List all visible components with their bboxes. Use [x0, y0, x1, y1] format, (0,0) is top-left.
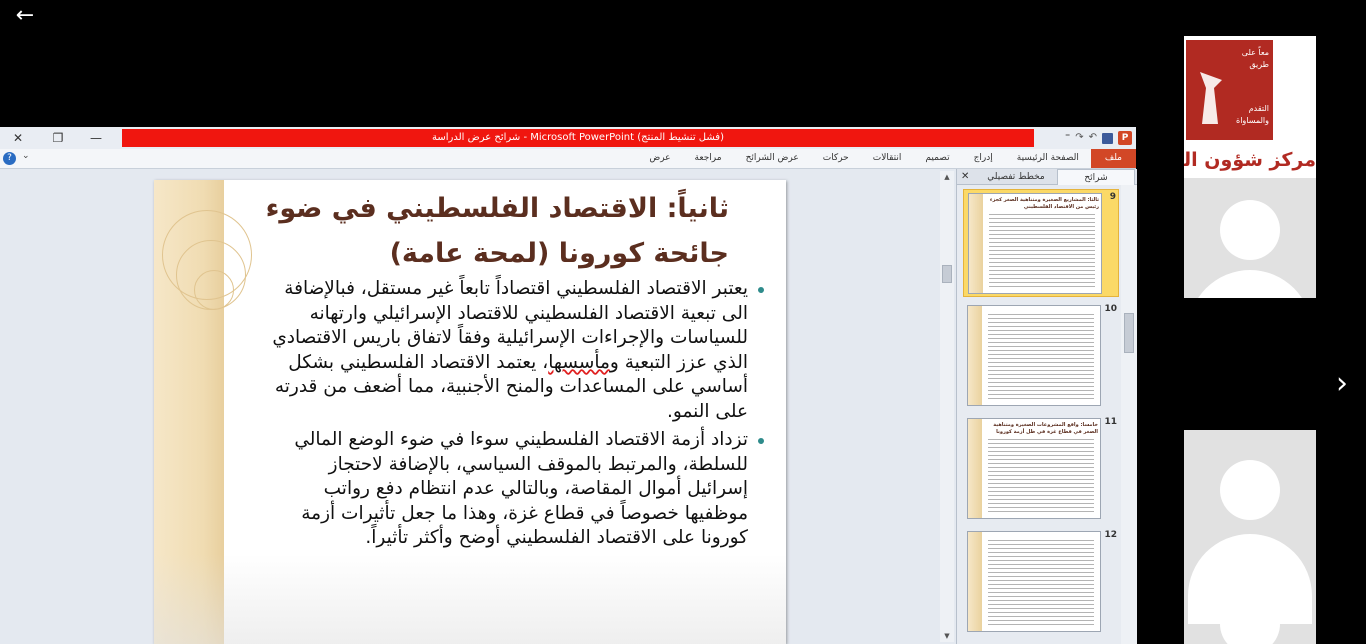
restore-button[interactable]: ❐ [44, 129, 72, 147]
slide-editing-area: ثانياً: الاقتصاد الفلسطيني في ضوء جائحة … [0, 169, 956, 644]
tab-design[interactable]: تصميم [913, 149, 961, 168]
bullet-dot-icon [758, 438, 764, 444]
thumbnail-text-lines [988, 439, 1094, 512]
powerpoint-window: ✕ ❐ — شرائح عرض الدراسة - Microsoft Powe… [0, 127, 1137, 644]
slide-number: 11 [1104, 417, 1117, 427]
title-bar: ✕ ❐ — شرائح عرض الدراسة - Microsoft Powe… [0, 127, 1136, 149]
ribbon-minimize-icon[interactable]: ⌄ [22, 151, 30, 161]
panel-scrollbar-thumb[interactable] [1124, 313, 1134, 353]
current-slide[interactable]: ثانياً: الاقتصاد الفلسطيني في ضوء جائحة … [154, 180, 786, 644]
video-fade-overlay [154, 554, 786, 644]
slide-thumbnail[interactable]: 12 [963, 528, 1119, 636]
logo-text: طريق [1249, 60, 1269, 69]
screen-share-viewer: ← ‹ › ✕ ❐ — شرائح عرض الدراسة - Microsof… [0, 0, 1366, 644]
panel-close-icon[interactable]: ✕ [961, 169, 969, 185]
tab-view[interactable]: عرض [637, 149, 682, 168]
slide-thumbnails: 9 ثالثاً: المشاريع الصغيرة ومتناهية الصغ… [957, 185, 1121, 644]
slide-number: 10 [1104, 304, 1117, 314]
save-icon[interactable] [1102, 132, 1113, 144]
participant-tile-logo[interactable]: معاً على طريق التقدم والمساواة مركز شؤون… [1184, 36, 1316, 298]
organization-name: مركز شؤون المرأة - [1184, 149, 1316, 171]
slide-scrollbar[interactable]: ▲ ▼ [940, 171, 954, 642]
bullet-text: تزداد أزمة الاقتصاد الفلسطيني سوءا في ضو… [294, 429, 748, 548]
tab-animations[interactable]: حركات [811, 149, 861, 168]
thumbnail-text-lines [988, 540, 1094, 625]
tab-transitions[interactable]: انتقالات [861, 149, 914, 168]
avatar-head-icon [1220, 460, 1280, 520]
tab-file[interactable]: ملف [1090, 149, 1136, 168]
slides-panel: ✕ مخطط تفصيلي شرائح 9 ثالثاً: المشاريع ا… [956, 169, 1137, 644]
scroll-down-icon[interactable]: ▼ [940, 632, 954, 640]
logo-text: معاً على [1241, 48, 1269, 57]
minimize-button[interactable]: — [82, 129, 110, 147]
logo-figure-icon [1200, 72, 1222, 124]
participant-avatar [1184, 178, 1316, 298]
tab-review[interactable]: مراجعة [683, 149, 734, 168]
thumbnail-title: ثالثاً: المشاريع الصغيرة ومتناهية الصغر … [989, 197, 1099, 210]
organization-logo: معاً على طريق التقدم والمساواة [1186, 40, 1273, 140]
bullet-dot-icon [758, 287, 764, 293]
thumbnail-preview: ثالثاً: المشاريع الصغيرة ومتناهية الصغر … [968, 193, 1102, 294]
avatar-head-icon [1220, 200, 1280, 260]
logo-text: التقدم [1248, 104, 1269, 113]
thumbnail-decoration [968, 306, 982, 405]
panel-tabs: ✕ مخطط تفصيلي شرائح [957, 169, 1137, 185]
scrollbar-thumb[interactable] [942, 265, 952, 283]
slide-number: 9 [1109, 192, 1116, 202]
scroll-up-icon[interactable]: ▲ [940, 173, 954, 181]
window-title: شرائح عرض الدراسة - Microsoft PowerPoint… [122, 129, 1034, 147]
slide-thumbnail[interactable]: 11 خامساً: واقع المشروعات الصغيرة ومتناه… [963, 415, 1119, 523]
thumbnail-decoration [968, 419, 982, 518]
quick-access-toolbar: P ↶ ↷ ⁼ [1036, 129, 1136, 147]
thumbnail-preview [967, 305, 1101, 406]
customize-toolbar-icon[interactable]: ⁼ [1065, 130, 1070, 146]
thumbnail-text-lines [988, 314, 1094, 399]
thumbnail-decoration [968, 532, 982, 631]
misspelled-word: مأسسها [548, 351, 610, 373]
next-arrow-icon[interactable]: › [1336, 366, 1358, 402]
slide-title[interactable]: ثانياً: الاقتصاد الفلسطيني في ضوء جائحة … [249, 186, 729, 276]
back-arrow-icon[interactable]: ← [12, 4, 38, 28]
thumbnail-preview [967, 531, 1101, 632]
thumbnail-decoration [969, 194, 983, 293]
slide-number: 12 [1104, 530, 1117, 540]
tab-slides[interactable]: شرائح [1057, 169, 1135, 185]
ribbon-tabs: ملف الصفحة الرئيسية إدراج تصميم انتقالات… [637, 149, 1136, 168]
decoration-circle [194, 270, 234, 310]
ribbon-tab-bar: ? ⌄ ملف الصفحة الرئيسية إدراج تصميم انتق… [0, 149, 1136, 169]
slide-thumbnail[interactable]: 10 [963, 302, 1119, 410]
tab-home[interactable]: الصفحة الرئيسية [1005, 149, 1091, 168]
bullet-point: تزداد أزمة الاقتصاد الفلسطيني سوءا في ضو… [264, 428, 764, 551]
panel-scrollbar[interactable] [1121, 185, 1137, 644]
logo-text: والمساواة [1236, 116, 1269, 125]
thumbnail-preview: خامساً: واقع المشروعات الصغيرة ومتناهية … [967, 418, 1101, 519]
undo-icon[interactable]: ↶ [1089, 130, 1097, 146]
slide-thumbnail[interactable]: 9 ثالثاً: المشاريع الصغيرة ومتناهية الصغ… [963, 189, 1119, 297]
participant-tile[interactable] [1184, 430, 1316, 644]
tab-outline[interactable]: مخطط تفصيلي [977, 169, 1055, 185]
help-icon[interactable]: ? [3, 152, 16, 165]
tab-insert[interactable]: إدراج [962, 149, 1005, 168]
avatar-body-icon [1188, 270, 1312, 298]
redo-icon[interactable]: ↷ [1075, 130, 1083, 146]
tab-slide-show[interactable]: عرض الشرائح [734, 149, 811, 168]
thumbnail-title: خامساً: واقع المشروعات الصغيرة ومتناهية … [993, 422, 1098, 435]
slide-body[interactable]: يعتبر الاقتصاد الفلسطيني اقتصاداً تابعاً… [264, 277, 764, 555]
close-button[interactable]: ✕ [4, 129, 32, 147]
thumbnail-text-lines [989, 214, 1095, 287]
bullet-point: يعتبر الاقتصاد الفلسطيني اقتصاداً تابعاً… [264, 277, 764, 424]
powerpoint-app-icon[interactable]: P [1118, 131, 1132, 145]
